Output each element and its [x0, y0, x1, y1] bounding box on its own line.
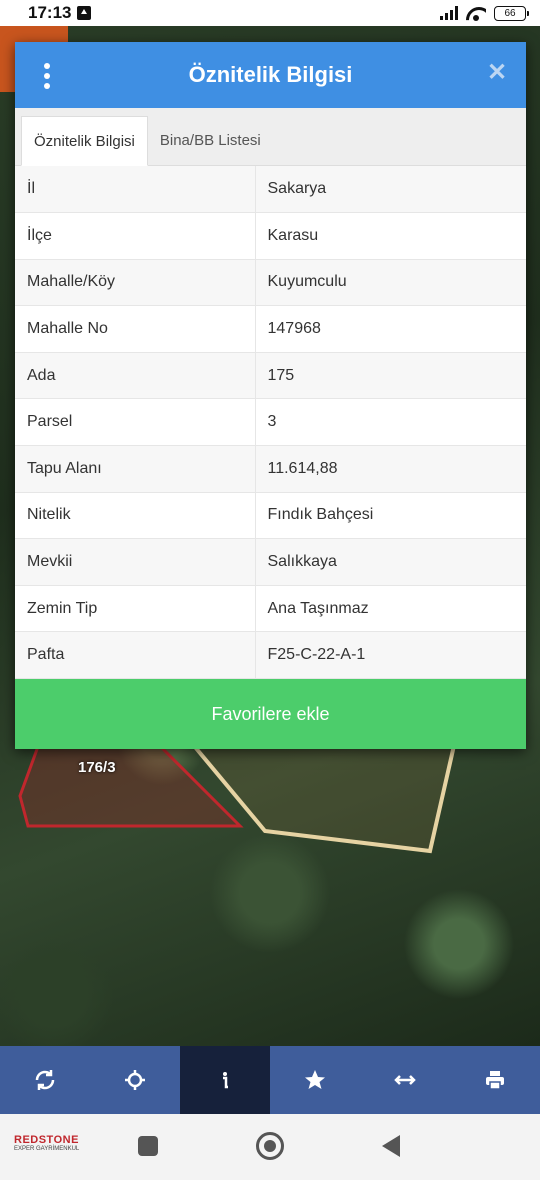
attribute-key: Nitelik	[15, 492, 256, 540]
logo-sub: EXPER GAYRİMENKUL	[14, 1146, 80, 1152]
attribute-table: İl Sakarya İlçe Karasu Mahalle/Köy Kuyumculu M…	[15, 166, 526, 680]
attribute-value: F25-C-22-A-1	[255, 631, 526, 680]
attribute-value: 147968	[255, 305, 526, 353]
attribute-value: 3	[255, 398, 526, 447]
attribute-value: Fındık Bahçesi	[255, 492, 526, 540]
measure-icon	[394, 1075, 416, 1085]
attribute-value: 11.614,88	[255, 445, 526, 493]
attribute-value: Kuyumculu	[255, 259, 526, 307]
attribute-key: Pafta	[15, 631, 256, 680]
status-bar: 17:13 66	[0, 0, 540, 26]
redstone-logo: REDSTONE EXPER GAYRİMENKUL	[14, 1134, 94, 1162]
add-favorite-button[interactable]: Favorilere ekle	[15, 679, 526, 749]
system-nav-bar: REDSTONE EXPER GAYRİMENKUL	[0, 1114, 540, 1180]
print-icon	[486, 1071, 504, 1090]
tab-bar: Öznitelik Bilgisi Bina/BB Listesi	[15, 108, 526, 166]
table-row: Pafta F25-C-22-A-1	[15, 631, 526, 680]
battery-icon: 66	[494, 5, 529, 21]
wifi-icon	[466, 5, 486, 21]
bottom-toolbar	[0, 1046, 540, 1114]
table-row: Nitelik Fındık Bahçesi	[15, 492, 526, 540]
table-row: Ada 175	[15, 352, 526, 400]
table-row: İl Sakarya	[15, 166, 526, 214]
refresh-icon	[35, 1070, 55, 1090]
attribute-key: İl	[15, 166, 256, 214]
status-time: 17:13	[28, 3, 72, 22]
info-button[interactable]	[180, 1046, 270, 1114]
close-icon[interactable]: ✕	[486, 61, 508, 85]
attribute-key: Zemin Tip	[15, 585, 256, 633]
table-row: Zemin Tip Ana Taşınmaz	[15, 585, 526, 633]
recents-icon[interactable]	[138, 1136, 158, 1156]
attribute-key: Ada	[15, 352, 256, 400]
logo-main: REDSTONE	[14, 1134, 79, 1146]
upload-notification-icon	[77, 6, 92, 20]
parcel-label: 176/3	[78, 759, 116, 776]
favorites-button[interactable]	[270, 1046, 360, 1114]
attribute-value: Sakarya	[255, 166, 526, 214]
attribute-value: Karasu	[255, 212, 526, 260]
home-icon[interactable]	[256, 1132, 284, 1160]
table-row: Parsel 3	[15, 398, 526, 447]
tab-attribute-info[interactable]: Öznitelik Bilgisi	[21, 116, 148, 166]
signal-icon	[440, 6, 458, 20]
refresh-button[interactable]	[0, 1046, 90, 1114]
table-row: Mahalle No 147968	[15, 305, 526, 353]
attribute-key: Parsel	[15, 398, 256, 447]
dialog-header: Öznitelik Bilgisi ✕	[15, 42, 526, 108]
more-vertical-icon[interactable]	[43, 63, 51, 89]
locate-button[interactable]	[90, 1046, 180, 1114]
star-icon	[305, 1070, 325, 1089]
locate-icon	[125, 1070, 145, 1090]
back-icon[interactable]	[382, 1135, 400, 1157]
attribute-key: Tapu Alanı	[15, 445, 256, 493]
attribute-key: Mahalle/Köy	[15, 259, 256, 307]
table-row: Mevkii Salıkkaya	[15, 538, 526, 586]
table-row: Mahalle/Köy Kuyumculu	[15, 259, 526, 307]
attribute-value: 175	[255, 352, 526, 400]
attribute-value: Ana Taşınmaz	[255, 585, 526, 633]
attribute-key: Mahalle No	[15, 305, 256, 353]
dialog-title: Öznitelik Bilgisi	[188, 62, 353, 87]
status-left: 17:13	[28, 3, 92, 23]
attribute-key: İlçe	[15, 212, 256, 260]
tab-building-list[interactable]: Bina/BB Listesi	[148, 115, 273, 165]
attribute-value: Salıkkaya	[255, 538, 526, 586]
attribute-key: Mevkii	[15, 538, 256, 586]
table-row: Tapu Alanı 11.614,88	[15, 445, 526, 493]
info-icon	[223, 1072, 228, 1089]
parcel-175-3	[188, 739, 457, 854]
status-right: 66	[440, 5, 529, 21]
attribute-dialog: Öznitelik Bilgisi ✕ Öznitelik Bilgisi Bi…	[15, 42, 526, 749]
measure-button[interactable]	[360, 1046, 450, 1114]
print-button[interactable]	[450, 1046, 540, 1114]
table-row: İlçe Karasu	[15, 212, 526, 260]
